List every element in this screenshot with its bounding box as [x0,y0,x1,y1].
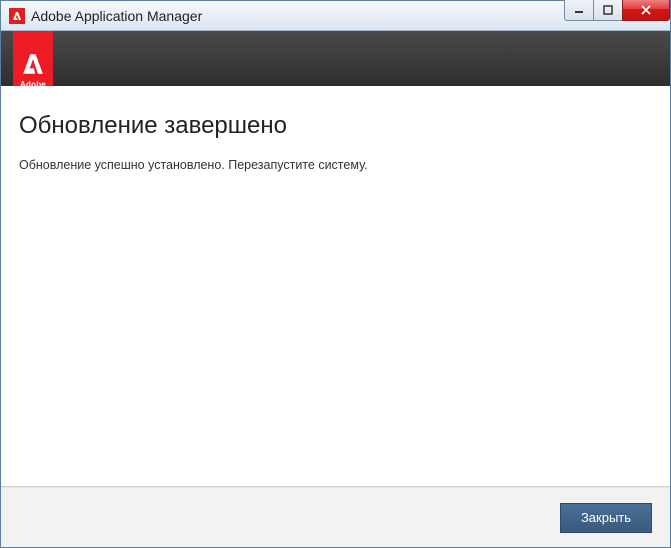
close-button[interactable]: Закрыть [560,503,652,533]
close-icon [640,5,652,15]
adobe-logo-icon [19,51,47,77]
minimize-icon [574,5,584,15]
titlebar[interactable]: Adobe Application Manager [1,1,670,31]
maximize-button[interactable] [593,0,623,21]
application-window: Adobe Application Manager [0,0,671,548]
page-title: Обновление завершено [19,112,652,140]
adobe-app-icon [9,8,25,24]
header-band: Adobe [1,31,670,86]
window-controls [565,0,670,21]
minimize-button[interactable] [564,0,594,21]
status-message: Обновление успешно установлено. Перезапу… [19,158,652,172]
maximize-icon [603,5,613,15]
content-area: Обновление завершено Обновление успешно … [1,86,670,487]
adobe-badge: Adobe [13,31,53,93]
footer: Закрыть [1,487,670,547]
window-title: Adobe Application Manager [31,8,202,24]
window-close-button[interactable] [622,0,670,21]
